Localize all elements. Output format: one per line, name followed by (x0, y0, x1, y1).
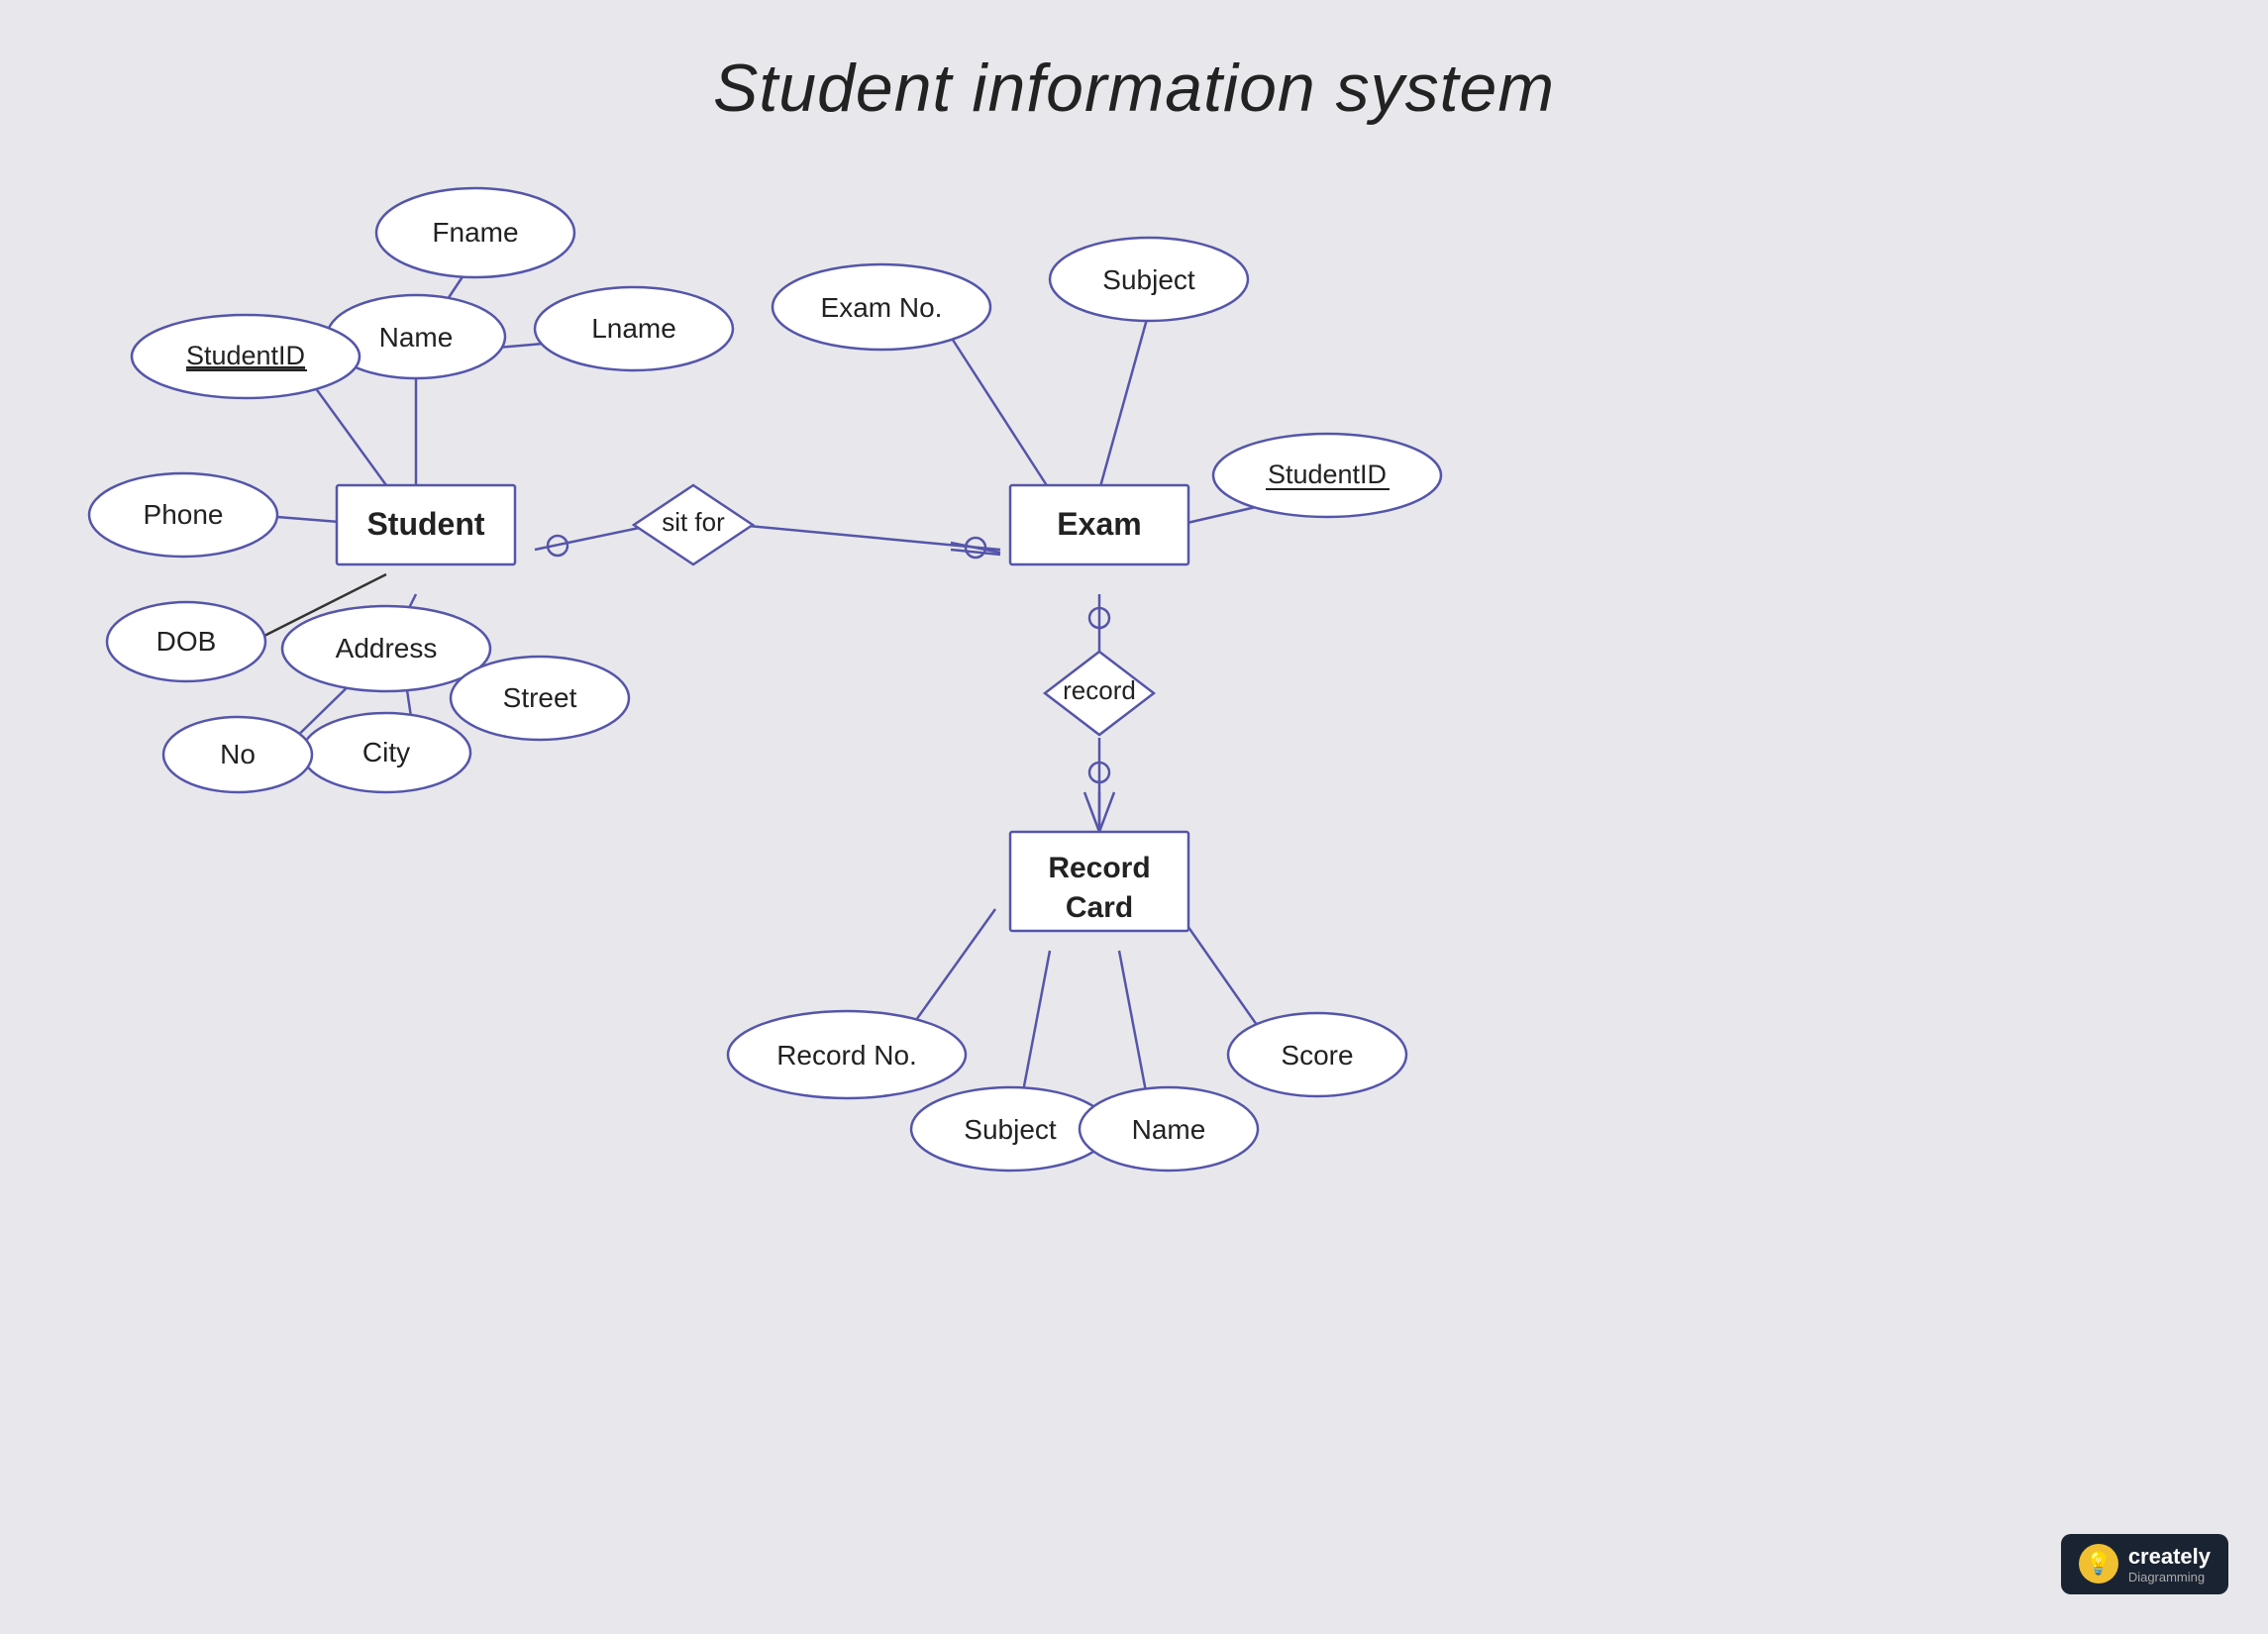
svg-text:Name: Name (1132, 1114, 1206, 1145)
svg-text:Exam: Exam (1057, 506, 1141, 542)
svg-text:Name: Name (379, 322, 454, 353)
svg-text:Fname: Fname (432, 217, 518, 248)
svg-text:Lname: Lname (591, 313, 676, 344)
svg-text:Student: Student (366, 506, 484, 542)
svg-text:Record No.: Record No. (776, 1040, 917, 1071)
svg-text:DOB: DOB (156, 626, 217, 657)
creately-logo: 💡 creately Diagramming (2061, 1534, 2228, 1594)
svg-text:Score: Score (1281, 1040, 1353, 1071)
svg-text:Record: Record (1048, 852, 1150, 884)
svg-text:StudentID: StudentID (186, 341, 305, 370)
svg-text:record: record (1063, 675, 1136, 705)
svg-text:Subject: Subject (964, 1114, 1057, 1145)
svg-text:StudentID: StudentID (1268, 460, 1387, 489)
svg-text:No: No (220, 739, 256, 769)
logo-subtext: Diagramming (2128, 1570, 2211, 1584)
svg-text:sit for: sit for (662, 507, 725, 537)
svg-text:Phone: Phone (144, 499, 224, 530)
page-title: Student information system (0, 0, 2268, 127)
svg-text:Card: Card (1066, 891, 1133, 924)
svg-text:City: City (362, 737, 410, 767)
svg-text:Subject: Subject (1102, 264, 1195, 295)
logo-bulb-icon: 💡 (2079, 1544, 2118, 1583)
svg-text:Street: Street (503, 682, 577, 713)
logo-name: creately (2128, 1544, 2211, 1570)
svg-text:Exam No.: Exam No. (821, 292, 943, 323)
svg-text:Address: Address (336, 633, 438, 664)
